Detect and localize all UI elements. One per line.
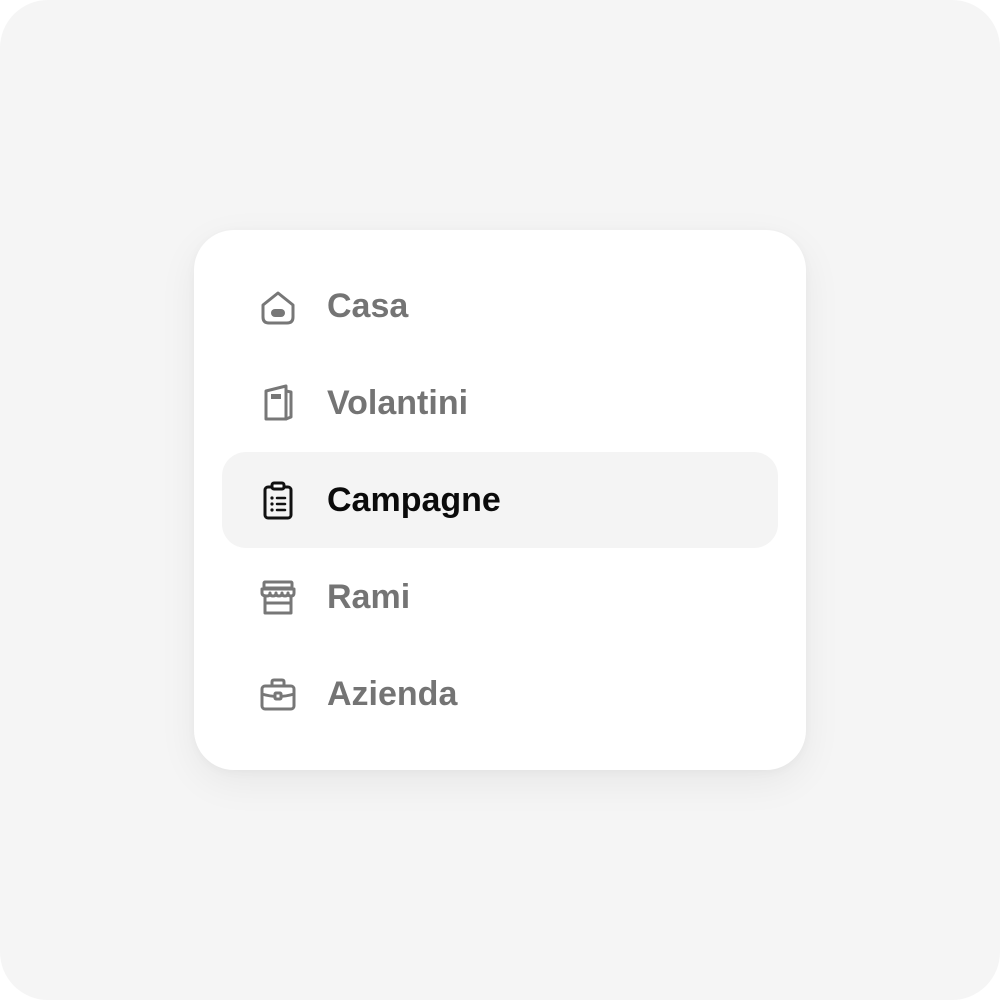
- nav-item-campagne[interactable]: Campagne: [222, 452, 778, 548]
- nav-item-azienda[interactable]: Azienda: [222, 646, 778, 742]
- flyer-icon: [258, 383, 298, 423]
- nav-label-volantini: Volantini: [327, 384, 469, 422]
- clipboard-list-icon: [258, 480, 298, 520]
- nav-label-azienda: Azienda: [327, 675, 458, 713]
- nav-item-rami[interactable]: Rami: [222, 549, 778, 645]
- briefcase-icon: [258, 674, 298, 714]
- nav-item-volantini[interactable]: Volantini: [222, 355, 778, 451]
- nav-label-casa: Casa: [327, 287, 409, 325]
- home-icon: [258, 286, 298, 326]
- page-background: Casa Volantini Campagne Rami Azienda: [0, 0, 1000, 1000]
- navigation-menu: Casa Volantini Campagne Rami Azienda: [194, 230, 806, 770]
- nav-label-rami: Rami: [327, 578, 411, 616]
- nav-item-casa[interactable]: Casa: [222, 258, 778, 354]
- nav-label-campagne: Campagne: [327, 481, 501, 519]
- storefront-icon: [258, 577, 298, 617]
